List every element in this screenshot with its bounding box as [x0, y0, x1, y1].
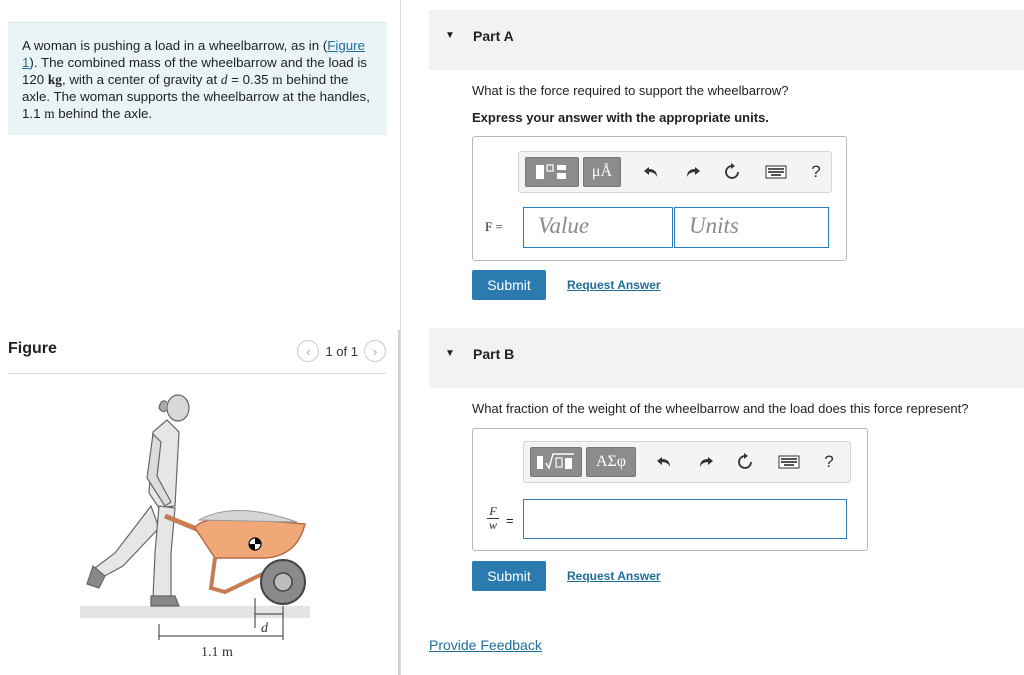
wheelbarrow-figure: d 1.1 m [80, 394, 310, 660]
undo-icon[interactable] [637, 157, 667, 187]
figure-pager: ‹ 1 of 1 › [297, 340, 386, 362]
redo-icon[interactable] [677, 157, 707, 187]
part-b-title: Part B [473, 346, 515, 362]
part-b-submit-button[interactable]: Submit [472, 561, 546, 591]
reset-icon[interactable] [717, 157, 747, 187]
templates-button[interactable] [525, 157, 579, 187]
help-icon[interactable]: ? [801, 157, 831, 187]
part-a-submit-button[interactable]: Submit [472, 270, 546, 300]
fraction-denominator: w [488, 518, 497, 532]
chevron-right-icon[interactable]: › [364, 340, 386, 362]
part-a-instruction: Express your answer with the appropriate… [472, 110, 769, 125]
undo-icon[interactable] [650, 447, 680, 477]
caret-down-icon[interactable]: ▼ [445, 30, 455, 41]
part-b-answer-box: ΑΣφ ? F w = [472, 428, 868, 551]
reset-icon[interactable] [730, 447, 760, 477]
wheelbarrow-illustration [164, 509, 306, 605]
part-b-toolbar: ΑΣφ ? [523, 441, 851, 483]
woman-illustration [86, 394, 190, 607]
part-b-request-answer-link[interactable]: Request Answer [567, 569, 661, 583]
part-a-toolbar: μÅ ? [518, 151, 832, 193]
figure-title: Figure [8, 340, 57, 357]
fraction-answer-input[interactable] [523, 499, 847, 539]
pager-text: 1 of 1 [325, 343, 358, 359]
keyboard-icon[interactable] [761, 157, 791, 187]
problem-statement: A woman is pushing a load in a wheelbarr… [8, 22, 387, 135]
figure-header: Figure ‹ 1 of 1 › [8, 336, 386, 374]
label-distance: 1.1 m [201, 645, 233, 660]
part-a-label: F = [485, 219, 503, 234]
sqrt-templates-icon [537, 453, 574, 470]
chevron-left-icon[interactable]: ‹ [297, 340, 320, 362]
part-a-title: Part A [473, 28, 514, 44]
caret-down-icon[interactable]: ▼ [445, 348, 455, 359]
part-b-question: What fraction of the weight of the wheel… [472, 401, 969, 416]
keyboard-icon[interactable] [774, 447, 804, 477]
equals-sign: = [506, 513, 514, 528]
provide-feedback-link[interactable]: Provide Feedback [429, 637, 542, 653]
help-icon[interactable]: ? [814, 447, 844, 477]
templates-button[interactable] [530, 447, 582, 477]
units-input[interactable]: Units [674, 207, 829, 248]
column-divider [400, 0, 401, 675]
part-b-header[interactable]: ▼ Part B [429, 328, 1024, 388]
value-input[interactable]: Value [523, 207, 673, 248]
ground [80, 606, 310, 618]
part-a-question: What is the force required to support th… [472, 83, 789, 98]
redo-icon[interactable] [690, 447, 720, 477]
units-button[interactable]: μÅ [583, 157, 621, 187]
fraction-numerator: F [487, 505, 499, 519]
part-a-request-answer-link[interactable]: Request Answer [567, 278, 661, 292]
templates-icon [536, 164, 566, 179]
column-divider-lower [398, 330, 400, 675]
greek-symbols-button[interactable]: ΑΣφ [586, 447, 636, 477]
part-a-answer-box: μÅ ? F = Value Units [472, 136, 847, 261]
label-d: d [261, 621, 269, 636]
fraction-label: F w [487, 505, 499, 532]
part-a-header[interactable]: ▼ Part A [429, 10, 1024, 70]
